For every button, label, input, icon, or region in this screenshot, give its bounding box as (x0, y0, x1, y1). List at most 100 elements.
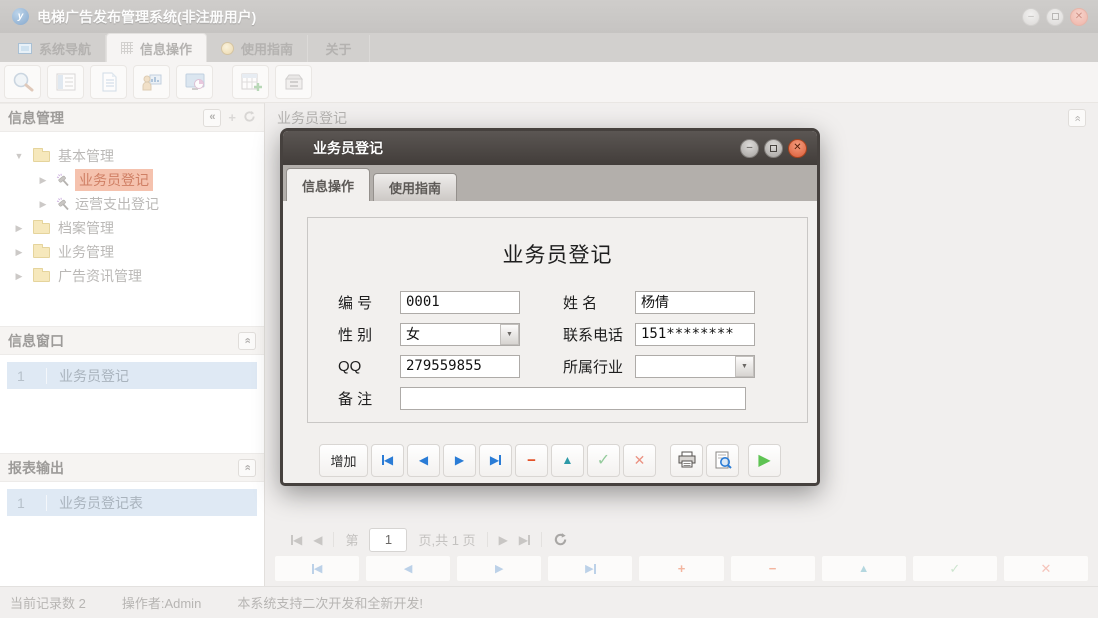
list-item[interactable]: 1 业务员登记 (7, 362, 257, 389)
collapse-left-icon[interactable]: « (203, 109, 221, 127)
industry-dropdown[interactable]: ▼ (635, 355, 755, 378)
last-page-icon[interactable]: ▶ (519, 533, 530, 547)
search-icon[interactable] (4, 65, 41, 99)
collapse-arrow-icon[interactable]: ▼ (14, 151, 24, 161)
collapse-up-icon[interactable]: « (238, 459, 256, 477)
next-record-button[interactable]: ▶ (456, 555, 542, 582)
collapse-up-icon[interactable]: « (1068, 109, 1086, 127)
name-field[interactable] (635, 291, 755, 314)
qq-field[interactable] (400, 355, 520, 378)
first-page-icon[interactable]: ◀ (291, 533, 302, 547)
tree-item-expense-register[interactable]: ▶ 运营支出登记 (0, 192, 264, 216)
tree-item-salesperson-register[interactable]: ▶ 业务员登记 (0, 168, 264, 192)
operator-text: 操作者:Admin (122, 593, 201, 612)
delete-record-icon[interactable]: − (515, 444, 548, 477)
tab-label: 系统导航 (39, 39, 91, 58)
document-icon[interactable] (90, 65, 127, 99)
tab-user-guide[interactable]: 使用指南 (207, 35, 308, 62)
number-label: 编 号 (338, 292, 400, 313)
edit-record-button[interactable]: ▲ (821, 555, 907, 582)
expand-arrow-icon[interactable]: ▶ (14, 247, 24, 258)
drawer-icon[interactable] (275, 65, 312, 99)
tab-about[interactable]: 关于 (308, 35, 370, 62)
confirm-icon[interactable]: ✓ (587, 444, 620, 477)
tree-item-archive-mgmt[interactable]: ▶ 档案管理 (0, 216, 264, 240)
collapse-up-icon[interactable]: « (238, 332, 256, 350)
last-record-button[interactable]: ▶ (479, 444, 512, 477)
folder-icon (33, 223, 50, 234)
record-nav-bar: ◀ ◀ ▶ ▶ + − ▲ ✓ ✕ (265, 555, 1098, 582)
prev-page-icon[interactable]: ◀ (313, 533, 322, 547)
dialog-maximize-button[interactable] (764, 139, 783, 158)
page-number-input[interactable] (369, 528, 407, 552)
screen-pie-icon[interactable] (176, 65, 213, 99)
panel-header-info-window: 信息窗口 « (0, 326, 264, 355)
add-record-button[interactable]: + (638, 555, 724, 582)
report-list-icon[interactable] (47, 65, 84, 99)
last-record-button[interactable]: ▶ (547, 555, 633, 582)
post-record-button[interactable]: ✓ (912, 555, 998, 582)
cancel-record-button[interactable]: ✕ (1003, 555, 1089, 582)
info-window-list: 1 业务员登记 (0, 355, 264, 453)
app-window: y 电梯广告发布管理系统(非注册用户) – ✕ 系统导航 信息操作 使用指南 关… (0, 0, 1098, 618)
delete-record-button[interactable]: − (730, 555, 816, 582)
expand-arrow-icon[interactable]: ▶ (14, 271, 24, 282)
tree-item-basic-mgmt[interactable]: ▼ 基本管理 (0, 144, 264, 168)
expand-arrow-icon[interactable]: ▶ (38, 175, 48, 186)
close-button[interactable]: ✕ (1070, 8, 1088, 26)
tab-info-operate[interactable]: 信息操作 (106, 33, 207, 62)
page-label-prefix: 第 (345, 530, 358, 549)
dialog-toolbar: 增加 ◀ ◀ ▶ ▶ − ▲ ✓ ✕ ▶ (283, 437, 817, 483)
dialog-tab-info-operate[interactable]: 信息操作 (286, 168, 370, 201)
print-button[interactable] (670, 444, 703, 477)
expand-arrow-icon[interactable]: ▶ (14, 223, 24, 234)
first-record-button[interactable]: ◀ (274, 555, 360, 582)
refresh-icon[interactable] (553, 532, 568, 547)
note-field[interactable] (400, 387, 746, 410)
printer-icon (677, 451, 697, 469)
list-item[interactable]: 1 业务员登记表 (7, 489, 257, 516)
user-chart-icon[interactable] (133, 65, 170, 99)
phone-field[interactable] (635, 323, 755, 346)
plus-icon[interactable]: + (228, 110, 236, 125)
name-label: 姓 名 (563, 292, 635, 313)
add-button[interactable]: 增加 (319, 444, 368, 477)
app-logo-icon: y (12, 8, 29, 25)
run-button[interactable]: ▶ (748, 444, 781, 477)
expand-arrow-icon[interactable]: ▶ (38, 199, 48, 210)
chevron-down-icon[interactable]: ▼ (735, 356, 754, 377)
print-preview-button[interactable] (706, 444, 739, 477)
dialog-minimize-button[interactable]: – (740, 139, 759, 158)
next-page-icon[interactable]: ▶ (499, 533, 508, 547)
page-label-suffix: 页,共 1 页 (418, 530, 475, 549)
number-field[interactable] (400, 291, 520, 314)
maximize-button[interactable] (1046, 8, 1064, 26)
tree-item-business-mgmt[interactable]: ▶ 业务管理 (0, 240, 264, 264)
preview-icon (713, 451, 733, 469)
next-record-button[interactable]: ▶ (443, 444, 476, 477)
tree-item-label: 业务员登记 (75, 169, 153, 191)
minimize-button[interactable]: – (1022, 8, 1040, 26)
cancel-icon[interactable]: ✕ (623, 444, 656, 477)
tree-item-ad-info-mgmt[interactable]: ▶ 广告资讯管理 (0, 264, 264, 288)
prev-record-button[interactable]: ◀ (407, 444, 440, 477)
gender-dropdown[interactable]: ▼ (400, 323, 520, 346)
prev-record-button[interactable]: ◀ (365, 555, 451, 582)
tab-system-nav[interactable]: 系统导航 (4, 35, 106, 62)
edit-record-icon[interactable]: ▲ (551, 444, 584, 477)
tab-label: 使用指南 (241, 39, 293, 58)
refresh-icon[interactable] (243, 110, 256, 126)
dialog-tabstrip: 信息操作 使用指南 (283, 165, 817, 201)
tab-label: 信息操作 (302, 176, 354, 195)
dialog-content: 业务员登记 编 号 姓 名 性 别 ▼ 联系电话 (283, 201, 817, 437)
separator (541, 532, 542, 547)
separator (333, 532, 334, 547)
first-record-button[interactable]: ◀ (371, 444, 404, 477)
table-add-icon[interactable] (232, 65, 269, 99)
dialog-tab-user-guide[interactable]: 使用指南 (373, 173, 457, 201)
dialog-close-button[interactable]: ✕ (788, 139, 807, 158)
tab-label: 信息操作 (140, 39, 192, 58)
dialog-title: 业务员登记 (313, 138, 383, 158)
separator (487, 532, 488, 547)
chevron-down-icon[interactable]: ▼ (500, 324, 519, 345)
